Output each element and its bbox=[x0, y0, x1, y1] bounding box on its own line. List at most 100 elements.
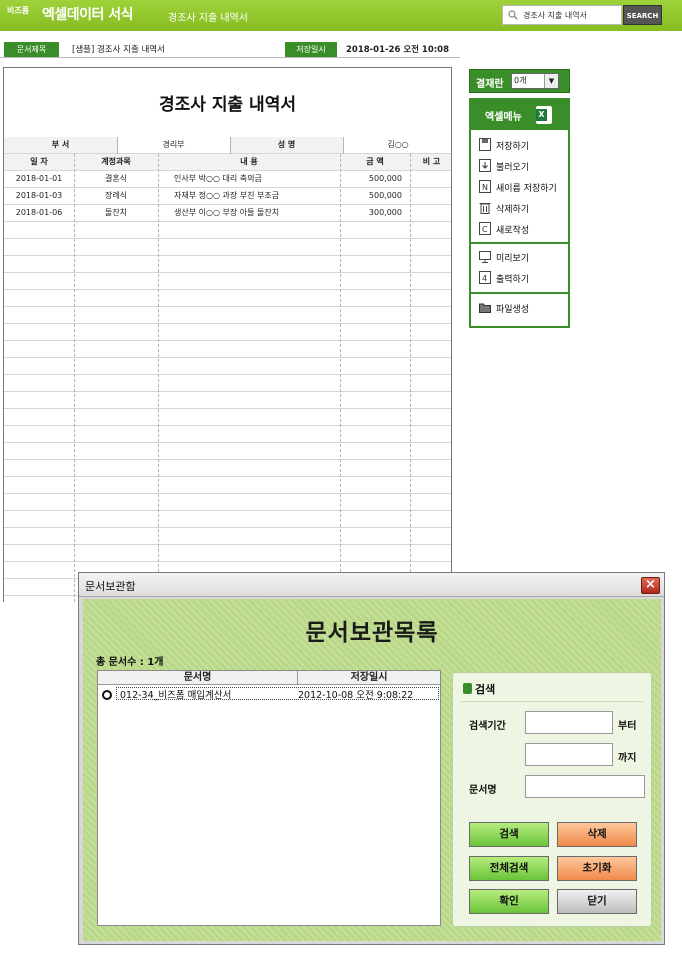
table-cell[interactable] bbox=[340, 307, 406, 323]
close-button[interactable]: 닫기 bbox=[557, 889, 637, 914]
table-cell[interactable] bbox=[340, 426, 406, 442]
table-cell[interactable] bbox=[74, 324, 158, 340]
table-cell[interactable] bbox=[74, 239, 158, 255]
table-cell[interactable] bbox=[410, 511, 451, 527]
table-cell[interactable] bbox=[74, 426, 158, 442]
table-cell[interactable] bbox=[174, 341, 340, 357]
table-cell[interactable]: 돌잔치 bbox=[74, 205, 158, 221]
table-row[interactable] bbox=[4, 307, 451, 324]
table-row[interactable] bbox=[4, 273, 451, 290]
table-row[interactable] bbox=[4, 545, 451, 562]
table-cell[interactable] bbox=[340, 290, 406, 306]
table-cell[interactable]: 300,000 bbox=[340, 205, 406, 221]
table-cell[interactable] bbox=[4, 460, 74, 476]
table-cell[interactable] bbox=[4, 596, 74, 602]
table-cell[interactable] bbox=[410, 426, 451, 442]
table-cell[interactable]: 500,000 bbox=[340, 188, 406, 204]
menu-create-file[interactable]: 파일생성 bbox=[479, 299, 568, 317]
table-cell[interactable] bbox=[174, 460, 340, 476]
table-cell[interactable] bbox=[340, 256, 406, 272]
dept-value[interactable]: 경리부 bbox=[117, 137, 230, 153]
table-row[interactable] bbox=[4, 341, 451, 358]
table-row[interactable] bbox=[4, 324, 451, 341]
list-col-name[interactable]: 문서명 bbox=[98, 671, 298, 685]
table-cell[interactable] bbox=[410, 528, 451, 544]
search-all-button[interactable]: 전체검색 bbox=[469, 856, 549, 881]
table-cell[interactable] bbox=[340, 409, 406, 425]
table-cell[interactable] bbox=[4, 477, 74, 493]
table-cell[interactable]: 인사부 박○○ 대리 축의금 bbox=[174, 171, 340, 187]
table-cell[interactable]: 2018-01-06 bbox=[4, 205, 74, 221]
date-from-field[interactable] bbox=[525, 711, 613, 734]
table-cell[interactable] bbox=[74, 409, 158, 425]
ok-button[interactable]: 확인 bbox=[469, 889, 549, 914]
table-cell[interactable] bbox=[410, 358, 451, 374]
table-cell[interactable] bbox=[74, 222, 158, 238]
table-cell[interactable] bbox=[74, 290, 158, 306]
table-cell[interactable] bbox=[174, 375, 340, 391]
table-cell[interactable] bbox=[74, 443, 158, 459]
table-cell[interactable]: 생산부 이○○ 부장 아들 돌잔치 bbox=[174, 205, 340, 221]
menu-open[interactable]: 불러오기 bbox=[479, 157, 568, 175]
table-row[interactable]: 2018-01-01 결혼식 인사부 박○○ 대리 축의금 500,000 bbox=[4, 171, 451, 188]
dialog-titlebar[interactable]: 문서보관함 × bbox=[79, 573, 664, 597]
search-button[interactable]: 검색 bbox=[469, 822, 549, 847]
table-row[interactable] bbox=[4, 239, 451, 256]
table-cell[interactable] bbox=[4, 528, 74, 544]
table-cell[interactable] bbox=[410, 273, 451, 289]
table-cell[interactable] bbox=[174, 307, 340, 323]
radio-button[interactable] bbox=[102, 690, 112, 700]
table-cell[interactable] bbox=[4, 409, 74, 425]
table-cell[interactable] bbox=[174, 494, 340, 510]
table-cell[interactable] bbox=[410, 239, 451, 255]
table-cell[interactable] bbox=[4, 494, 74, 510]
table-cell[interactable] bbox=[74, 460, 158, 476]
table-cell[interactable] bbox=[74, 494, 158, 510]
close-icon[interactable]: × bbox=[641, 577, 660, 594]
name-value[interactable]: 김○○ bbox=[343, 137, 451, 153]
table-cell[interactable] bbox=[74, 545, 158, 561]
table-row[interactable] bbox=[4, 222, 451, 239]
table-cell[interactable] bbox=[4, 290, 74, 306]
table-row[interactable] bbox=[4, 443, 451, 460]
table-row[interactable] bbox=[4, 409, 451, 426]
table-cell[interactable] bbox=[410, 205, 451, 221]
table-cell[interactable] bbox=[410, 171, 451, 187]
table-cell[interactable] bbox=[340, 358, 406, 374]
table-row[interactable] bbox=[4, 392, 451, 409]
table-row[interactable] bbox=[4, 528, 451, 545]
table-cell[interactable] bbox=[74, 307, 158, 323]
date-to-field[interactable] bbox=[525, 743, 613, 766]
table-cell[interactable] bbox=[174, 477, 340, 493]
table-cell[interactable] bbox=[174, 222, 340, 238]
table-cell[interactable] bbox=[4, 375, 74, 391]
table-cell[interactable] bbox=[174, 239, 340, 255]
table-cell[interactable] bbox=[410, 324, 451, 340]
search-button[interactable]: SEARCH bbox=[623, 5, 662, 25]
table-cell[interactable] bbox=[410, 341, 451, 357]
table-row[interactable] bbox=[4, 290, 451, 307]
table-cell[interactable] bbox=[4, 562, 74, 578]
table-cell[interactable] bbox=[4, 256, 74, 272]
table-cell[interactable] bbox=[74, 256, 158, 272]
table-cell[interactable] bbox=[74, 273, 158, 289]
table-cell[interactable] bbox=[174, 256, 340, 272]
search-box[interactable] bbox=[502, 5, 622, 25]
table-row[interactable] bbox=[4, 256, 451, 273]
table-cell[interactable] bbox=[174, 409, 340, 425]
delete-button[interactable]: 삭제 bbox=[557, 822, 637, 847]
approval-select[interactable]: 0개 ▼ bbox=[511, 73, 559, 89]
table-cell[interactable] bbox=[174, 392, 340, 408]
table-cell[interactable] bbox=[410, 188, 451, 204]
list-item[interactable]: 012-34_비즈폼 매입계산서 2012-10-08 오전 9:08:22 bbox=[98, 686, 440, 701]
table-cell[interactable] bbox=[340, 324, 406, 340]
table-cell[interactable]: 자재부 정○○ 과장 부친 부조금 bbox=[174, 188, 340, 204]
docname-field[interactable] bbox=[525, 775, 645, 798]
table-cell[interactable] bbox=[74, 358, 158, 374]
menu-preview[interactable]: 미리보기 bbox=[479, 248, 568, 266]
table-cell[interactable] bbox=[4, 307, 74, 323]
table-cell[interactable] bbox=[74, 477, 158, 493]
table-row[interactable] bbox=[4, 460, 451, 477]
table-cell[interactable] bbox=[410, 256, 451, 272]
table-cell[interactable] bbox=[4, 511, 74, 527]
